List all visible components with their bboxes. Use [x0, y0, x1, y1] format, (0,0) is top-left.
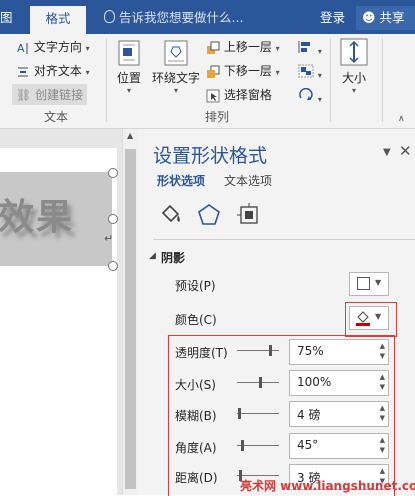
- shape-text: 效果: [0, 196, 75, 238]
- position-label: 位置: [116, 71, 141, 85]
- create-link-label: 创建链接: [35, 88, 84, 102]
- link-icon: ⛓: [16, 88, 32, 102]
- size-button[interactable]: 大小 ▾: [338, 38, 370, 95]
- wrap-text-icon: [164, 40, 188, 66]
- send-backward-label: 下移一层: [223, 64, 272, 78]
- group-icon: [298, 64, 314, 78]
- text-direction-icon: A: [17, 42, 28, 55]
- tab-format[interactable]: 格式: [30, 6, 86, 34]
- size-label: 大小: [341, 71, 366, 85]
- bring-forward-button[interactable]: 上移一层 ▾: [206, 38, 280, 55]
- collapse-ribbon-icon[interactable]: ∧: [398, 114, 405, 124]
- position-icon: [118, 40, 140, 66]
- size-icon: [340, 38, 368, 66]
- share-label: 共享: [379, 10, 405, 25]
- align-text-button[interactable]: 对齐文本 ▾: [16, 62, 90, 79]
- selection-pane-label: 选择窗格: [223, 88, 272, 102]
- ribbon: A 文字方向 ▾ 对齐文本 ▾ ⛓ 创建链接 文本 位置 ▾ 环绕文字 ▾ 上移…: [0, 34, 415, 129]
- align-text-icon: [18, 67, 28, 76]
- person-icon: ☻: [362, 11, 376, 26]
- tab-text-options[interactable]: 文本选项: [224, 172, 272, 189]
- tell-me-text: 告诉我您想要做什么...: [119, 10, 244, 25]
- group-label-text: 文本: [44, 110, 69, 124]
- rotate-button[interactable]: ▾: [298, 87, 322, 105]
- highlight-box: [345, 302, 397, 337]
- share-button[interactable]: ☻ 共享: [356, 6, 415, 30]
- pane-divider: [153, 239, 415, 240]
- ribbon-separator: [330, 38, 331, 122]
- tab-picture[interactable]: 图: [0, 0, 13, 34]
- preset-label: 预设(P): [175, 279, 216, 293]
- resize-handle[interactable]: [108, 214, 118, 224]
- effects-icon[interactable]: [197, 203, 221, 227]
- fill-line-icon[interactable]: [159, 203, 183, 227]
- preset-dropdown[interactable]: ▼: [349, 272, 389, 296]
- send-backward-button[interactable]: 下移一层 ▾: [206, 62, 280, 79]
- position-button[interactable]: 位置 ▾: [114, 40, 144, 95]
- wrap-text-button[interactable]: 环绕文字 ▾: [150, 40, 202, 95]
- align-icon: [298, 41, 310, 53]
- ribbon-separator: [106, 38, 107, 122]
- anchor-mark-icon: ↵: [104, 232, 114, 245]
- pane-options-icon[interactable]: ▼: [383, 147, 391, 158]
- group-objects-button[interactable]: ▾: [298, 64, 322, 81]
- watermark: 亮术网 www.liangshunet.com: [240, 479, 415, 493]
- selected-shape[interactable]: 效果: [0, 172, 112, 266]
- bring-forward-label: 上移一层: [223, 40, 272, 54]
- send-backward-icon: [207, 65, 220, 78]
- login-link[interactable]: 登录: [320, 0, 345, 34]
- shadow-preset-icon: [357, 277, 370, 290]
- resize-handle[interactable]: [108, 261, 118, 271]
- tab-shape-options[interactable]: 形状选项: [157, 172, 205, 192]
- section-shadow[interactable]: 阴影: [161, 249, 185, 266]
- scroll-up-icon[interactable]: ▲: [127, 131, 133, 140]
- scrollbar-thumb[interactable]: [125, 149, 136, 489]
- rotate-icon: [299, 87, 313, 100]
- ribbon-separator: [382, 38, 383, 122]
- align-text-label: 对齐文本: [33, 64, 82, 78]
- vertical-scrollbar[interactable]: ▲: [122, 129, 139, 495]
- selection-pane-icon: [206, 89, 220, 102]
- layout-properties-icon[interactable]: [237, 203, 261, 227]
- tell-me-search[interactable]: 告诉我您想要做什么...: [104, 0, 243, 34]
- color-label: 颜色(C): [175, 313, 217, 327]
- chevron-down-icon: ▼: [375, 278, 382, 287]
- close-icon[interactable]: ✕: [399, 142, 412, 160]
- align-button[interactable]: ▾: [298, 40, 322, 57]
- pane-title: 设置形状格式: [153, 145, 268, 167]
- create-link-button[interactable]: ⛓ 创建链接: [12, 84, 88, 105]
- ribbon-tab-bar: 图 格式 告诉我您想要做什么... 登录 ☻ 共享: [0, 0, 415, 34]
- resize-handle[interactable]: [108, 168, 118, 178]
- bring-forward-icon: [207, 41, 220, 54]
- wrap-text-label: 环绕文字: [151, 71, 200, 85]
- lightbulb-icon: [104, 10, 115, 23]
- group-label-arrange: 排列: [205, 110, 230, 124]
- text-direction-label: 文字方向: [33, 40, 82, 54]
- selection-pane-button[interactable]: 选择窗格: [206, 86, 272, 103]
- collapse-section-icon[interactable]: ◢: [149, 251, 156, 261]
- highlight-box: [168, 335, 395, 496]
- text-direction-button[interactable]: A 文字方向 ▾: [16, 38, 90, 55]
- svg-text:A: A: [17, 42, 25, 55]
